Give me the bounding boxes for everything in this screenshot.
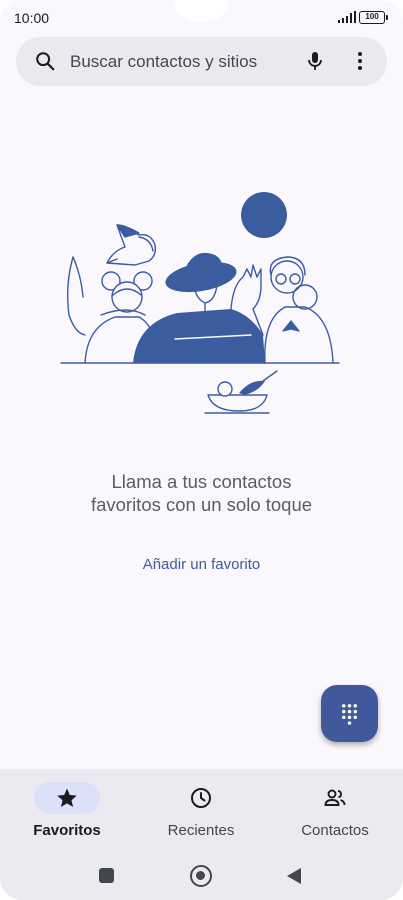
battery-icon: 100 [359, 11, 388, 24]
more-vert-icon[interactable] [348, 49, 372, 73]
signal-icon [338, 11, 356, 23]
empty-state-message: Llama a tus contactos favoritos con un s… [90, 471, 313, 515]
search-bar[interactable]: Buscar contactos y sitios [16, 37, 387, 86]
status-bar: 10:00 100 [0, 0, 403, 34]
back-triangle-icon[interactable] [287, 868, 301, 884]
mic-icon[interactable] [303, 49, 327, 73]
home-circle-icon[interactable] [190, 865, 212, 887]
clock-icon [191, 788, 211, 808]
search-icon [36, 52, 55, 71]
dialpad-button[interactable] [321, 685, 378, 742]
star-icon [57, 788, 77, 807]
recents-square-icon[interactable] [99, 868, 114, 883]
dialpad-icon [342, 704, 357, 725]
search-placeholder[interactable]: Buscar contactos y sitios [70, 52, 257, 72]
nav-item-favoritos[interactable]: Favoritos [7, 780, 127, 850]
system-navigation [0, 856, 403, 896]
nav-label: Contactos [301, 822, 369, 839]
nav-label: Recientes [167, 822, 235, 839]
add-favorite-link[interactable]: Añadir un favorito [110, 556, 293, 573]
phone-screen: 10:00 100 Buscar contactos y sitios Llam… [0, 0, 403, 900]
camera-notch [174, 0, 229, 22]
people-icon [324, 789, 346, 806]
nav-item-recientes[interactable]: Recientes [141, 780, 261, 850]
battery-level: 100 [365, 12, 379, 21]
favorites-illustration [60, 192, 340, 414]
nav-item-contactos[interactable]: Contactos [275, 780, 395, 850]
status-time: 10:00 [14, 10, 50, 26]
nav-label: Favoritos [33, 822, 101, 839]
